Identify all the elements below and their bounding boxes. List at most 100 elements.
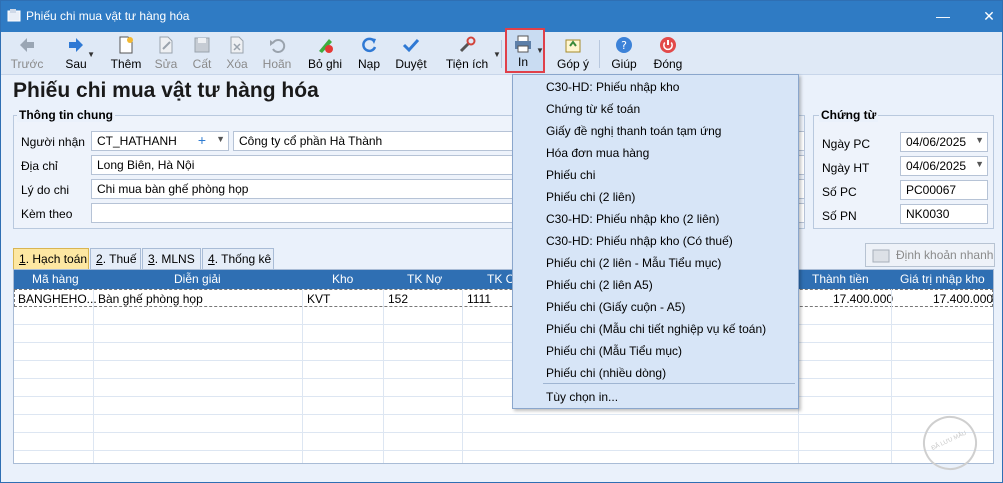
recipient-label: Người nhận [21, 135, 85, 149]
chevron-down-icon[interactable]: ▼ [216, 134, 225, 144]
save-icon [194, 37, 210, 53]
close-button[interactable]: Đóng [651, 33, 685, 73]
add-recipient-icon[interactable]: + [198, 132, 206, 148]
cell-debit-account[interactable]: 152 [388, 292, 408, 306]
add-button[interactable]: Thêm [109, 33, 143, 73]
recipient-code-value: CT_HATHANH [97, 134, 177, 148]
recipient-name-value: Công ty cổ phần Hà Thành [239, 134, 383, 148]
tab-accounting[interactable]: 1. Hạch toán [13, 248, 89, 269]
calculator-icon [872, 249, 890, 263]
chevron-down-icon[interactable]: ▼ [975, 159, 984, 169]
tab-mlns[interactable]: 3. MLNS [142, 248, 201, 269]
print-menu-item[interactable]: Chứng từ kế toán [546, 102, 640, 116]
cell-credit-account[interactable]: 1111 [467, 292, 491, 306]
col-inventory-value[interactable]: Giá trị nhập kho [900, 272, 985, 286]
tab-statistics[interactable]: 4. Thống kê [202, 248, 274, 269]
postpone-label: Hoãn [262, 57, 292, 71]
prev-label: Trước [10, 57, 44, 71]
pc-no-field[interactable]: PC00067 [900, 180, 988, 200]
power-icon [660, 37, 676, 53]
col-credit-account[interactable]: TK C [487, 272, 514, 286]
reload-button[interactable]: Nạp [355, 33, 383, 73]
pn-no-label: Số PN [822, 209, 857, 223]
print-menu-item[interactable]: C30-HD: Phiếu nhập kho (2 liên) [546, 212, 719, 226]
unpost-icon [319, 39, 333, 53]
close-window-button[interactable]: ✕ [977, 5, 1001, 27]
print-menu-item[interactable]: Phiếu chi (2 liên) [546, 190, 635, 204]
menu-separator [543, 383, 795, 384]
reload-label: Nạp [357, 57, 380, 71]
tab-mlns-key: 3 [148, 252, 155, 266]
feedback-label: Góp ý [556, 57, 589, 71]
print-menu-item[interactable]: C30-HD: Phiếu nhập kho (Có thuế) [546, 234, 733, 248]
help-icon: ? [616, 37, 632, 53]
recipient-code-combo[interactable]: CT_HATHANH + ▼ [91, 131, 229, 151]
edit-button[interactable]: Sửa [152, 33, 180, 73]
cell-amount[interactable]: 17.400.000 [833, 292, 893, 306]
address-value: Long Biên, Hà Nội [97, 158, 195, 172]
quick-entry-label: Định khoản nhanh [896, 248, 994, 262]
app-icon [7, 9, 21, 22]
table-row[interactable]: BANGHEHO... Bàn ghế phòng họp KVT 152 11… [14, 289, 993, 307]
col-debit-account[interactable]: TK Nợ [407, 272, 442, 286]
print-menu-item[interactable]: Giấy đề nghị thanh toán tạm ứng [546, 124, 721, 138]
next-button[interactable]: Sau ▼ [59, 33, 95, 73]
unpost-button[interactable]: Bỏ ghi [307, 33, 343, 73]
print-button[interactable]: In ▼ [505, 28, 545, 73]
window-title: Phiếu chi mua vật tư hàng hóa [26, 9, 190, 23]
printer-icon [515, 35, 531, 53]
pc-date-picker[interactable]: 04/06/2025 ▼ [900, 132, 988, 152]
save-button[interactable]: Cất [188, 33, 216, 73]
pc-no-label: Số PC [822, 185, 857, 199]
minimize-button[interactable]: — [931, 5, 955, 27]
col-description[interactable]: Diễn giải [174, 272, 221, 286]
col-amount[interactable]: Thành tiền [812, 272, 869, 286]
tab-tax[interactable]: 2. Thuế [90, 248, 141, 269]
arrow-right-icon [69, 38, 83, 52]
grid-empty-rows [14, 307, 993, 463]
ht-date-picker[interactable]: 04/06/2025 ▼ [900, 156, 988, 176]
print-menu-item[interactable]: Phiếu chi (Giấy cuộn - A5) [546, 300, 685, 314]
tab-accounting-label: . Hạch toán [25, 252, 88, 266]
approve-label: Duyệt [395, 57, 427, 71]
print-menu-item[interactable]: Phiếu chi (nhiều dòng) [546, 366, 666, 380]
add-label: Thêm [110, 57, 142, 71]
cell-warehouse[interactable]: KVT [307, 292, 330, 306]
prev-button[interactable]: Trước [7, 33, 47, 73]
undo-icon [270, 39, 286, 53]
quick-entry-button[interactable]: Định khoản nhanh [865, 243, 995, 267]
grid-column-divider [93, 289, 94, 463]
print-menu-item[interactable]: Phiếu chi [546, 168, 595, 182]
reason-label: Lý do chi [21, 183, 70, 197]
utilities-dropdown-arrow[interactable]: ▼ [493, 50, 501, 59]
print-options-item[interactable]: Tùy chọn in... [546, 390, 618, 404]
print-menu-item[interactable]: C30-HD: Phiếu nhập kho [546, 80, 679, 94]
address-label: Địa chỉ [21, 159, 58, 173]
print-menu-item[interactable]: Phiếu chi (Mẫu chi tiết nghiệp vụ kế toá… [546, 322, 766, 336]
postpone-button[interactable]: Hoãn [261, 33, 293, 73]
save-label: Cất [192, 57, 212, 71]
pn-no-value: NK0030 [906, 207, 950, 221]
print-menu-item[interactable]: Hóa đơn mua hàng [546, 146, 649, 160]
chevron-down-icon[interactable]: ▼ [975, 135, 984, 145]
help-button[interactable]: ? Giúp [609, 33, 639, 73]
print-menu-item[interactable]: Phiếu chi (2 liên - Mẫu Tiểu mục) [546, 256, 721, 270]
pn-no-field[interactable]: NK0030 [900, 204, 988, 224]
cell-item-code[interactable]: BANGHEHO... [18, 292, 97, 306]
print-dropdown-menu: C30-HD: Phiếu nhập kho Chứng từ kế toán … [512, 74, 799, 409]
print-dropdown-arrow[interactable]: ▼ [536, 46, 544, 55]
feedback-button[interactable]: Góp ý [555, 33, 591, 73]
toolbar-separator-2 [599, 40, 600, 68]
delete-button[interactable]: Xóa [223, 33, 251, 73]
cell-inventory-value[interactable]: 17.400.000 [933, 292, 993, 306]
col-item-code[interactable]: Mã hàng [32, 272, 79, 286]
utilities-button[interactable]: Tiện ích [443, 33, 491, 73]
delete-label: Xóa [226, 57, 248, 71]
print-menu-item[interactable]: Phiếu chi (Mẫu Tiểu mục) [546, 344, 682, 358]
print-menu-item[interactable]: Phiếu chi (2 liên A5) [546, 278, 653, 292]
cell-description[interactable]: Bàn ghế phòng họp [98, 292, 203, 306]
approve-button[interactable]: Duyệt [394, 33, 428, 73]
next-dropdown-arrow[interactable]: ▼ [87, 50, 95, 59]
col-warehouse[interactable]: Kho [332, 272, 353, 286]
grid-column-divider [302, 289, 303, 463]
